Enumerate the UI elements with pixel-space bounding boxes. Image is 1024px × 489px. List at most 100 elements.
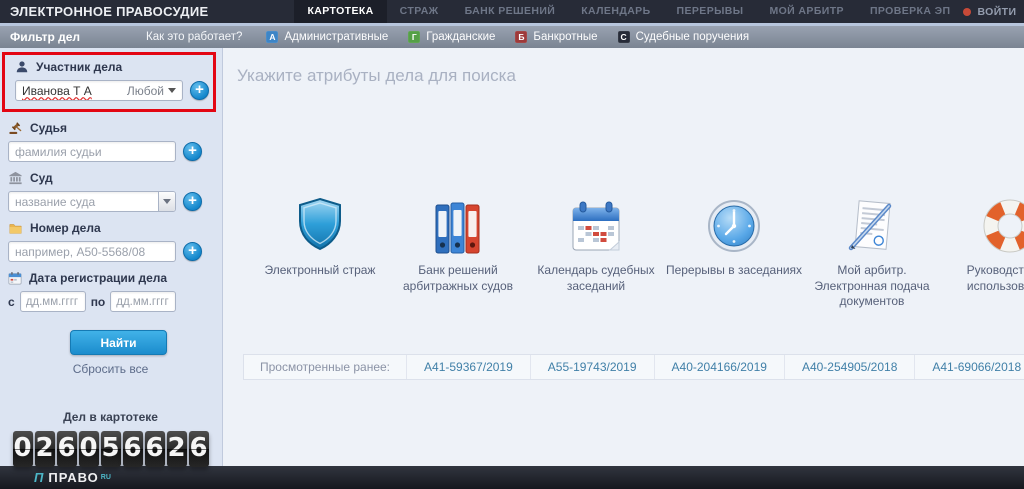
- service-label: Электронный страж: [251, 263, 389, 279]
- recent-case-link[interactable]: А40-254905/2018: [784, 355, 914, 379]
- date-from-input[interactable]: [20, 291, 86, 312]
- recent-case-link[interactable]: А55-19743/2019: [530, 355, 654, 379]
- page-title: Укажите атрибуты дела для поиска: [237, 66, 1024, 86]
- participant-value: Иванова Т А: [22, 84, 92, 98]
- service-label: Календарь судебных заседаний: [527, 263, 665, 294]
- services-row: Электронный страж Банк решений арбитражн…: [243, 196, 1024, 310]
- person-icon: [15, 60, 29, 74]
- nav-kalendar[interactable]: КАЛЕНДАРЬ: [568, 0, 663, 23]
- tab-court-orders[interactable]: С Судебные поручения: [608, 31, 759, 43]
- chevron-down-icon: [163, 199, 171, 204]
- document-pen-icon: [845, 198, 899, 254]
- reg-date-field-label: Дата регистрации дела: [8, 270, 222, 286]
- nav-proverka-ep[interactable]: ПРОВЕРКА ЭП: [857, 0, 964, 23]
- counter-digit: 2: [35, 431, 55, 467]
- date-to-label: по: [91, 295, 106, 309]
- counter-digit: 6: [57, 431, 77, 467]
- recent-case-link[interactable]: А41-69066/2018: [914, 355, 1024, 379]
- add-participant-button[interactable]: +: [190, 81, 209, 100]
- tab-label: Банкротные: [533, 31, 597, 43]
- case-number-input[interactable]: [8, 241, 176, 262]
- tab-label: Административные: [284, 31, 388, 43]
- filter-bar: Фильтр дел Как это работает? А Администр…: [0, 26, 1024, 48]
- court-dropdown-button[interactable]: [158, 192, 175, 211]
- add-judge-button[interactable]: +: [183, 142, 202, 161]
- civil-letter-icon: Г: [408, 31, 420, 43]
- case-number-field-label: Номер дела: [8, 220, 222, 236]
- service-my-arbitr-filing[interactable]: Мой арбитр. Электронная подача документо…: [803, 196, 941, 310]
- court-placeholder: название суда: [15, 195, 95, 209]
- counter-digit: 6: [189, 431, 209, 467]
- top-navigation: ЭЛЕКТРОННОЕ ПРАВОСУДИЕ КАРТОТЕКА СТРАЖ Б…: [0, 0, 1024, 23]
- shield-icon: [292, 196, 348, 254]
- service-hearings-calendar[interactable]: Календарь судебных заседаний: [527, 196, 665, 310]
- add-court-button[interactable]: +: [183, 192, 202, 211]
- electronic-justice-app: ЭЛЕКТРОННОЕ ПРАВОСУДИЕ КАРТОТЕКА СТРАЖ Б…: [0, 0, 1024, 489]
- service-user-guide[interactable]: Руководство по использованию: [941, 196, 1024, 310]
- date-from-label: с: [8, 295, 15, 309]
- recent-case-link[interactable]: А41-59367/2019: [406, 355, 530, 379]
- case-counter-label: Дел в картотеке: [8, 410, 213, 424]
- recently-viewed-label: Просмотренные ранее:: [244, 360, 406, 374]
- chevron-down-icon: [168, 88, 176, 93]
- court-field-label: Суд: [8, 170, 222, 186]
- court-orders-letter-icon: С: [618, 31, 630, 43]
- tab-label: Гражданские: [426, 31, 495, 43]
- tab-administrative[interactable]: А Административные: [256, 31, 398, 43]
- login-label: ВОЙТИ: [977, 6, 1016, 18]
- counter-digit: 6: [145, 431, 165, 467]
- tab-label: Судебные поручения: [636, 31, 749, 43]
- clock-icon: [706, 198, 762, 254]
- nav-strazh[interactable]: СТРАЖ: [387, 0, 452, 23]
- lifebuoy-icon: [982, 198, 1024, 254]
- login-button[interactable]: ВОЙТИ: [963, 0, 1016, 23]
- pravo-logo-suffix: RU: [101, 474, 111, 481]
- service-label: Мой арбитр. Электронная подача документо…: [803, 263, 941, 310]
- how-it-works-link[interactable]: Как это работает?: [146, 31, 242, 43]
- case-type-tabs: А Административные Г Гражданские Б Банкр…: [256, 31, 759, 43]
- search-filter-sidebar: Участник дела Иванова Т А Любой + Судья: [0, 48, 223, 466]
- tab-bankruptcy[interactable]: Б Банкротные: [505, 31, 607, 43]
- participant-input[interactable]: Иванова Т А Любой: [15, 80, 183, 101]
- service-label: Руководство по использованию: [941, 263, 1024, 294]
- service-label: Перерывы в заседаниях: [665, 263, 803, 279]
- nav-kartoteka[interactable]: КАРТОТЕКА: [294, 0, 386, 23]
- pravo-logo-icon: П: [34, 470, 43, 485]
- calendar-small-icon: [8, 271, 22, 285]
- counter-digit: 0: [13, 431, 33, 467]
- nav-moy-arbitr[interactable]: МОЙ АРБИТР: [756, 0, 856, 23]
- participant-type-dropdown[interactable]: Любой: [127, 84, 182, 98]
- binders-icon: [435, 202, 481, 254]
- gavel-icon: [8, 121, 23, 135]
- login-status-icon: [963, 8, 971, 16]
- filter-title: Фильтр дел: [10, 30, 80, 44]
- service-decisions-bank[interactable]: Банк решений арбитражных судов: [389, 196, 527, 310]
- date-to-input[interactable]: [110, 291, 176, 312]
- app-title: ЭЛЕКТРОННОЕ ПРАВОСУДИЕ: [10, 0, 208, 23]
- counter-digit: 0: [79, 431, 99, 467]
- search-button[interactable]: Найти: [70, 330, 167, 355]
- folder-icon: [8, 222, 23, 235]
- courthouse-icon: [8, 171, 23, 185]
- main-menu: КАРТОТЕКА СТРАЖ БАНК РЕШЕНИЙ КАЛЕНДАРЬ П…: [294, 0, 963, 23]
- administrative-letter-icon: А: [266, 31, 278, 43]
- nav-bank-resheniy[interactable]: БАНК РЕШЕНИЙ: [452, 0, 569, 23]
- service-electronic-guard[interactable]: Электронный страж: [251, 196, 389, 310]
- recently-viewed-bar: Просмотренные ранее: А41-59367/2019 А55-…: [243, 354, 1024, 380]
- tab-civil[interactable]: Г Гражданские: [398, 31, 505, 43]
- counter-digit: 2: [167, 431, 187, 467]
- judge-field-label: Судья: [8, 120, 222, 136]
- recent-case-link[interactable]: А40-204166/2019: [654, 355, 784, 379]
- case-counter: 0 2 6 0 5 6 6 2 6: [8, 431, 213, 467]
- counter-digit: 5: [101, 431, 121, 467]
- pravo-logo[interactable]: ПРАВО: [48, 470, 98, 485]
- judge-input[interactable]: [8, 141, 176, 162]
- counter-digit: 6: [123, 431, 143, 467]
- service-session-breaks[interactable]: Перерывы в заседаниях: [665, 196, 803, 310]
- court-select[interactable]: название суда: [8, 191, 176, 212]
- calendar-icon: [568, 200, 624, 254]
- reset-all-link[interactable]: Сбросить все: [8, 362, 213, 376]
- add-case-number-button[interactable]: +: [183, 242, 202, 261]
- main-content: Укажите атрибуты дела для поиска Электро…: [223, 48, 1024, 466]
- nav-pereryvy[interactable]: ПЕРЕРЫВЫ: [664, 0, 757, 23]
